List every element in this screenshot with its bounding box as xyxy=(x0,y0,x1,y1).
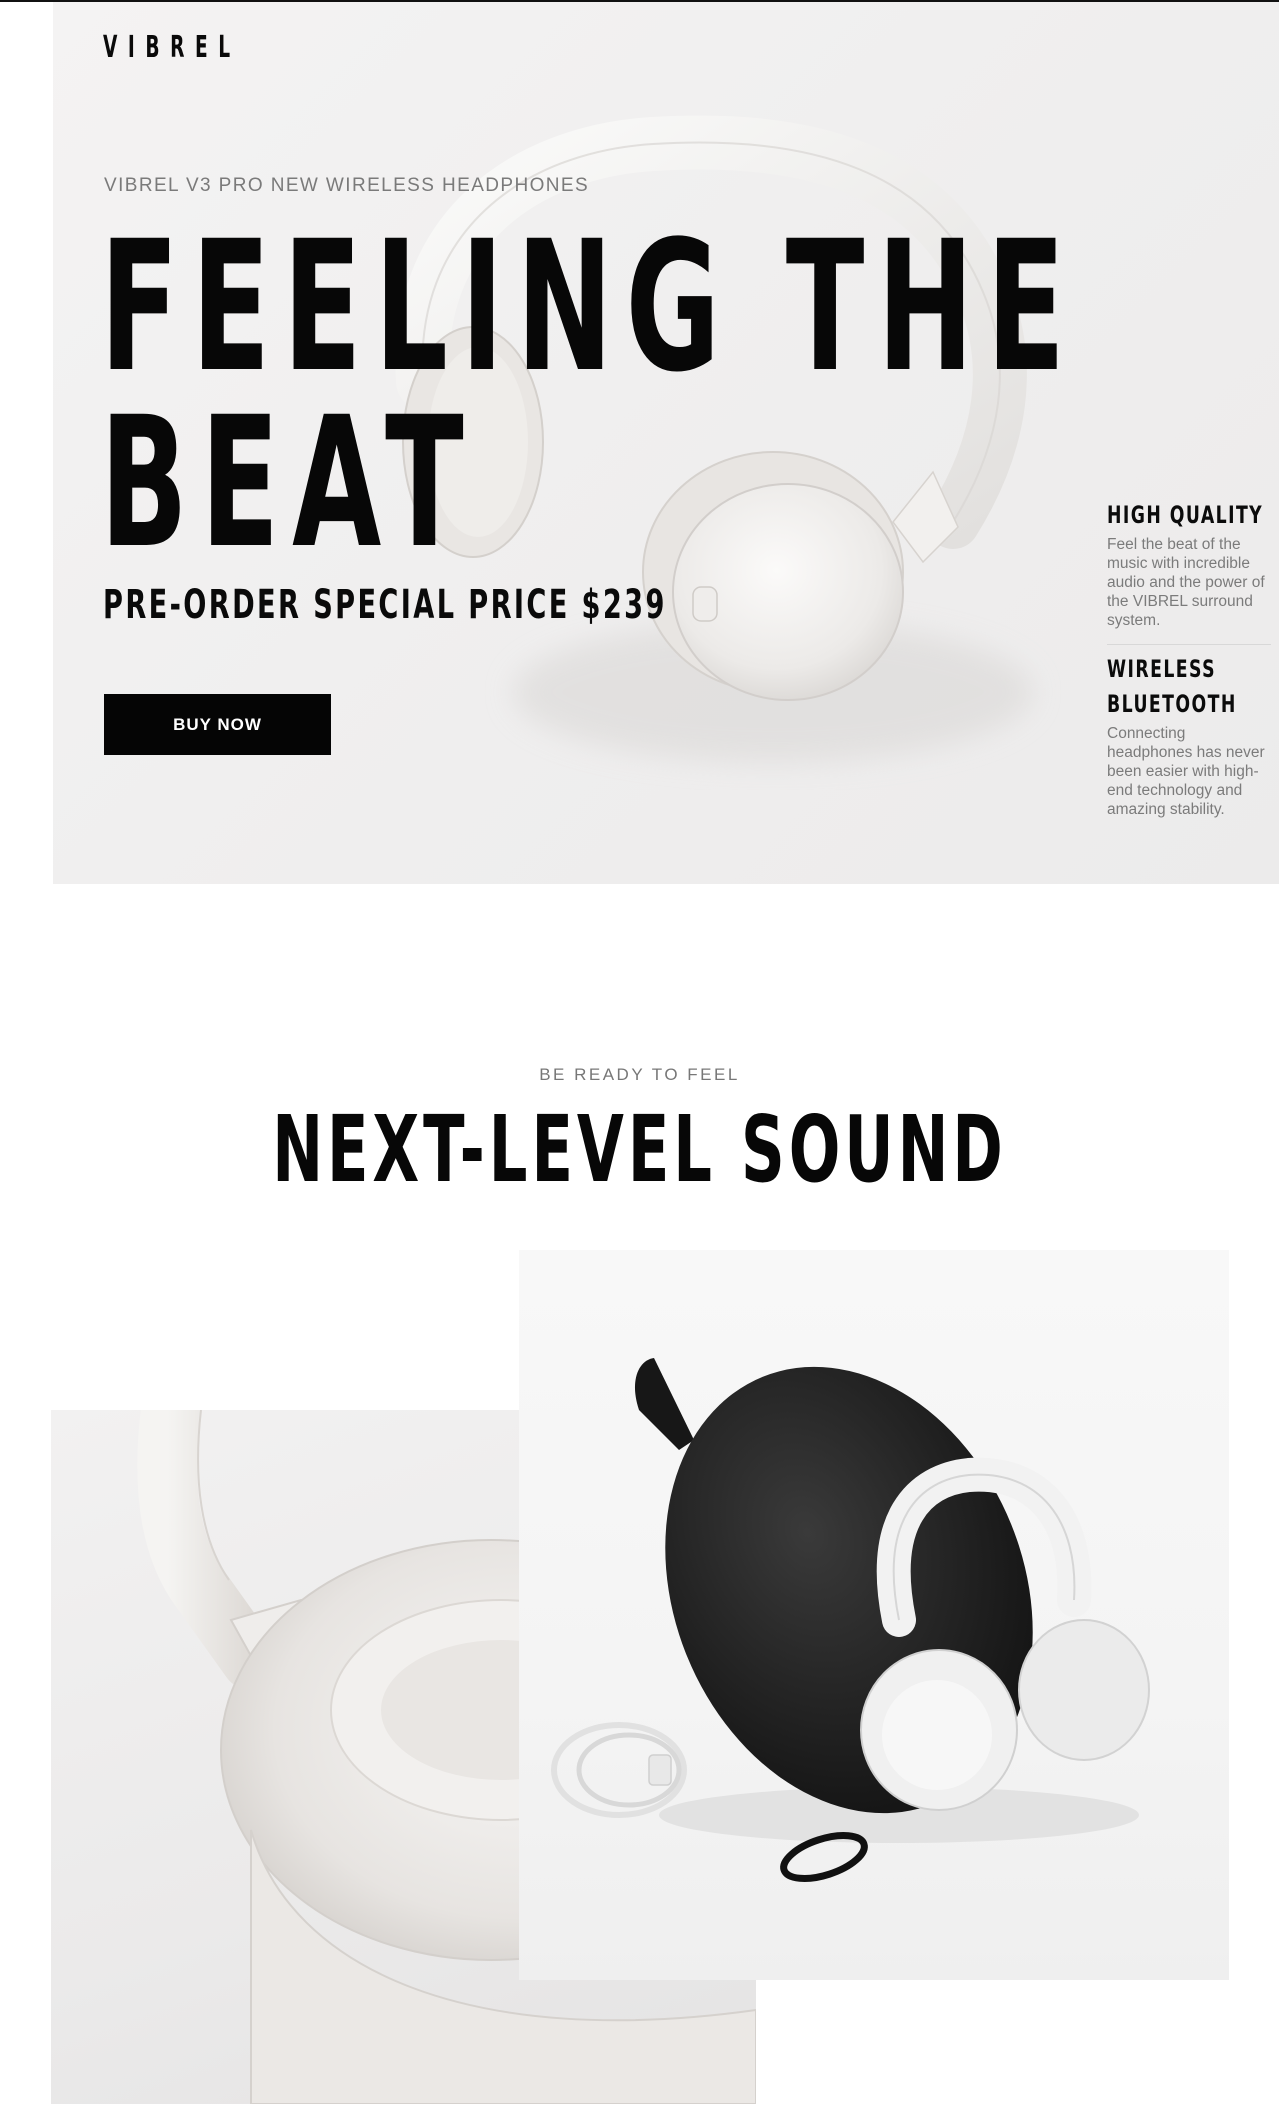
feature-item: WIRELESS BLUETOOTH Connecting headphones… xyxy=(1107,652,1273,819)
headphones-case-image xyxy=(519,1250,1229,1980)
feature-text: Feel the beat of the music with incredib… xyxy=(1107,536,1265,629)
preorder-price: PRE-ORDER SPECIAL PRICE $239 xyxy=(103,582,667,628)
feature-divider xyxy=(1107,644,1271,645)
buy-now-button[interactable]: BUY NOW xyxy=(104,694,331,755)
feature-list: HIGH QUALITY Feel the beat of the music … xyxy=(1107,498,1273,819)
section-title-text: NEXT-LEVEL SOUND xyxy=(272,1096,1007,1203)
feature-title: HIGH QUALITY xyxy=(1107,501,1264,529)
feature-title: WIRELESS xyxy=(1107,655,1217,683)
headline-line-2: BEAT xyxy=(100,379,477,588)
feature-item: HIGH QUALITY Feel the beat of the music … xyxy=(1107,498,1273,630)
feature-title: BLUETOOTH xyxy=(1107,690,1237,718)
hero-headline: FEELING THE BEAT xyxy=(100,218,1078,574)
case-accessories-illustration xyxy=(551,1358,1150,1882)
section-kicker: BE READY TO FEEL xyxy=(539,1065,740,1084)
hero-eyebrow: VIBREL V3 PRO NEW WIRELESS HEADPHONES xyxy=(104,175,590,196)
hero-section: VIBREL VIBREL V3 PRO NEW WIRELESS HEADPH… xyxy=(53,2,1279,884)
feature-text: Connecting headphones has never been eas… xyxy=(1107,725,1265,818)
section-title: NEXT-LEVEL SOUND xyxy=(0,1096,1279,1203)
brand-logo[interactable]: VIBREL xyxy=(103,30,241,65)
